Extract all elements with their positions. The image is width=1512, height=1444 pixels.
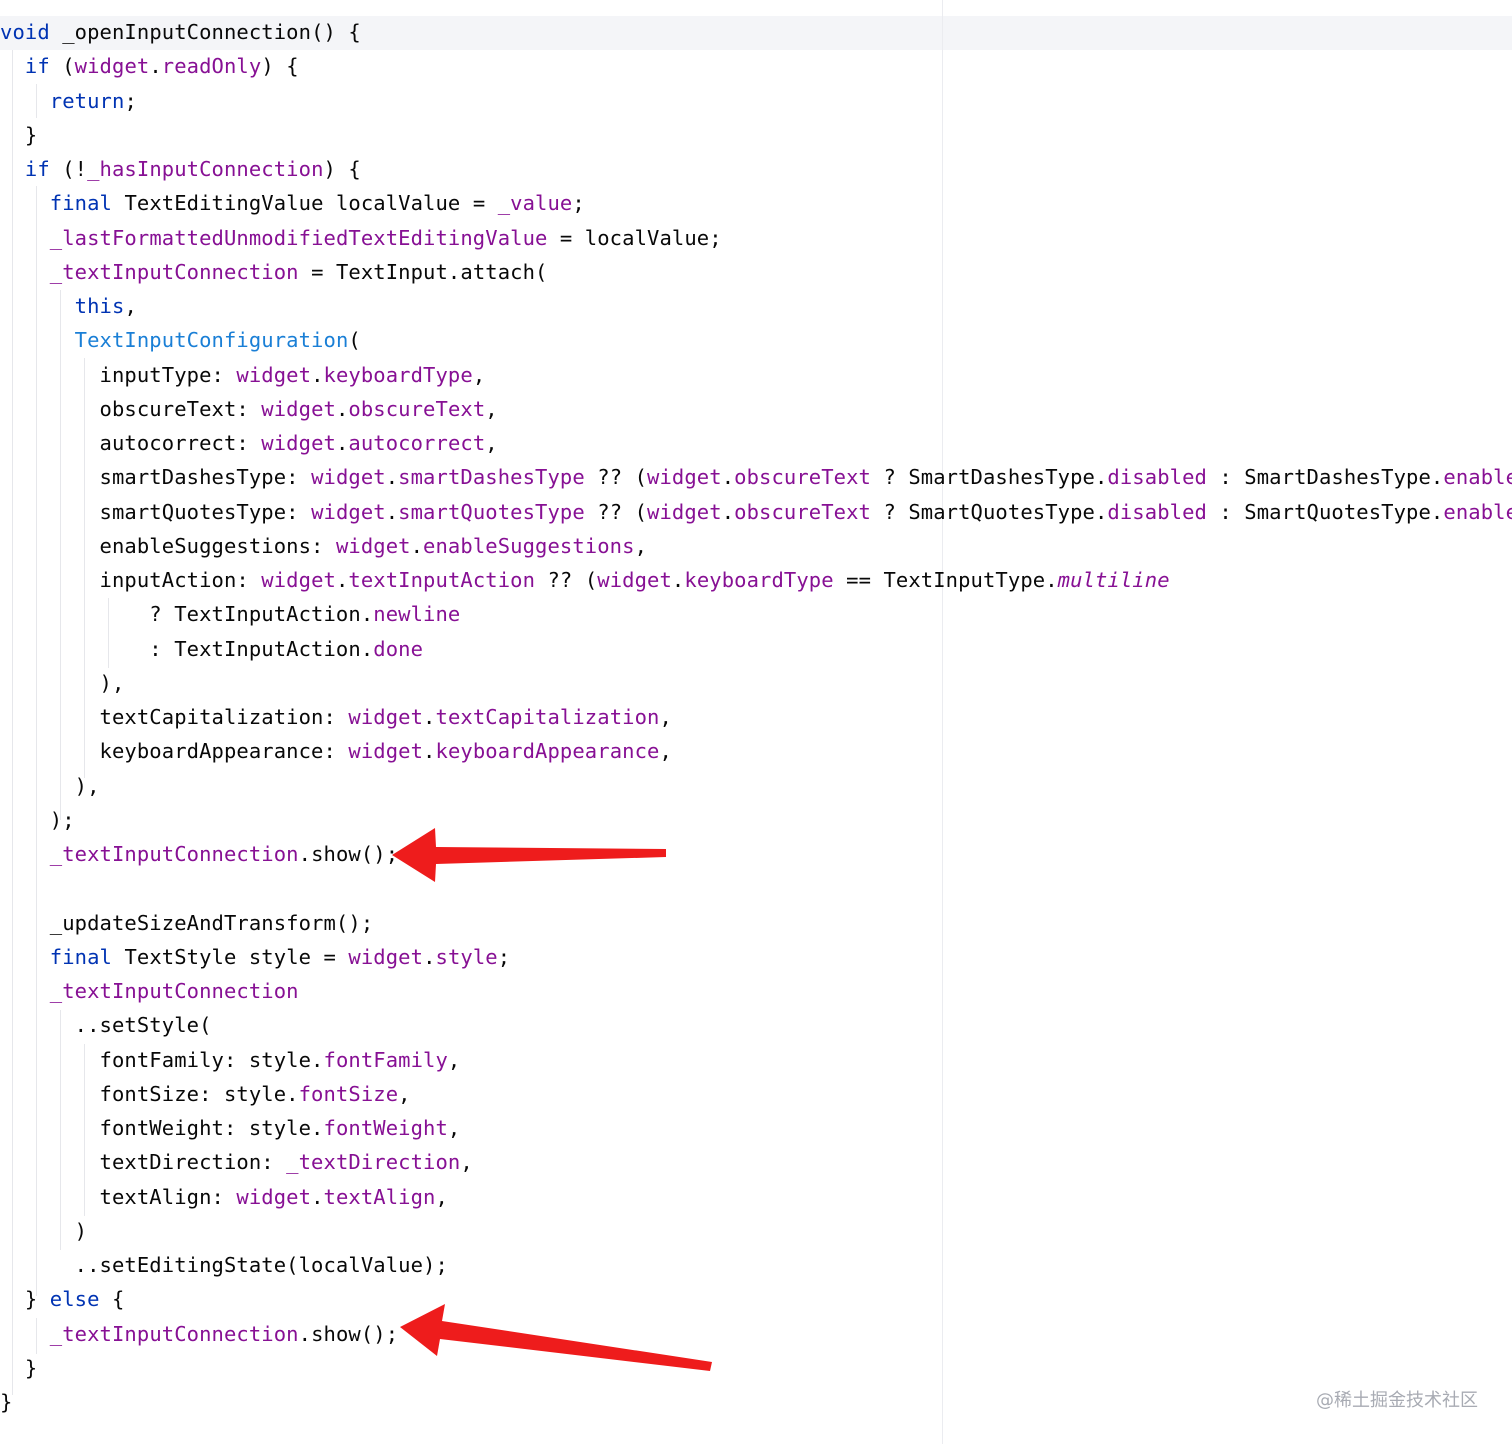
red-arrow-bottom — [400, 1304, 712, 1371]
watermark: @稀土掘金技术社区 — [1316, 1390, 1478, 1411]
red-arrow-top — [392, 828, 666, 882]
annotation-arrows — [392, 828, 712, 1371]
